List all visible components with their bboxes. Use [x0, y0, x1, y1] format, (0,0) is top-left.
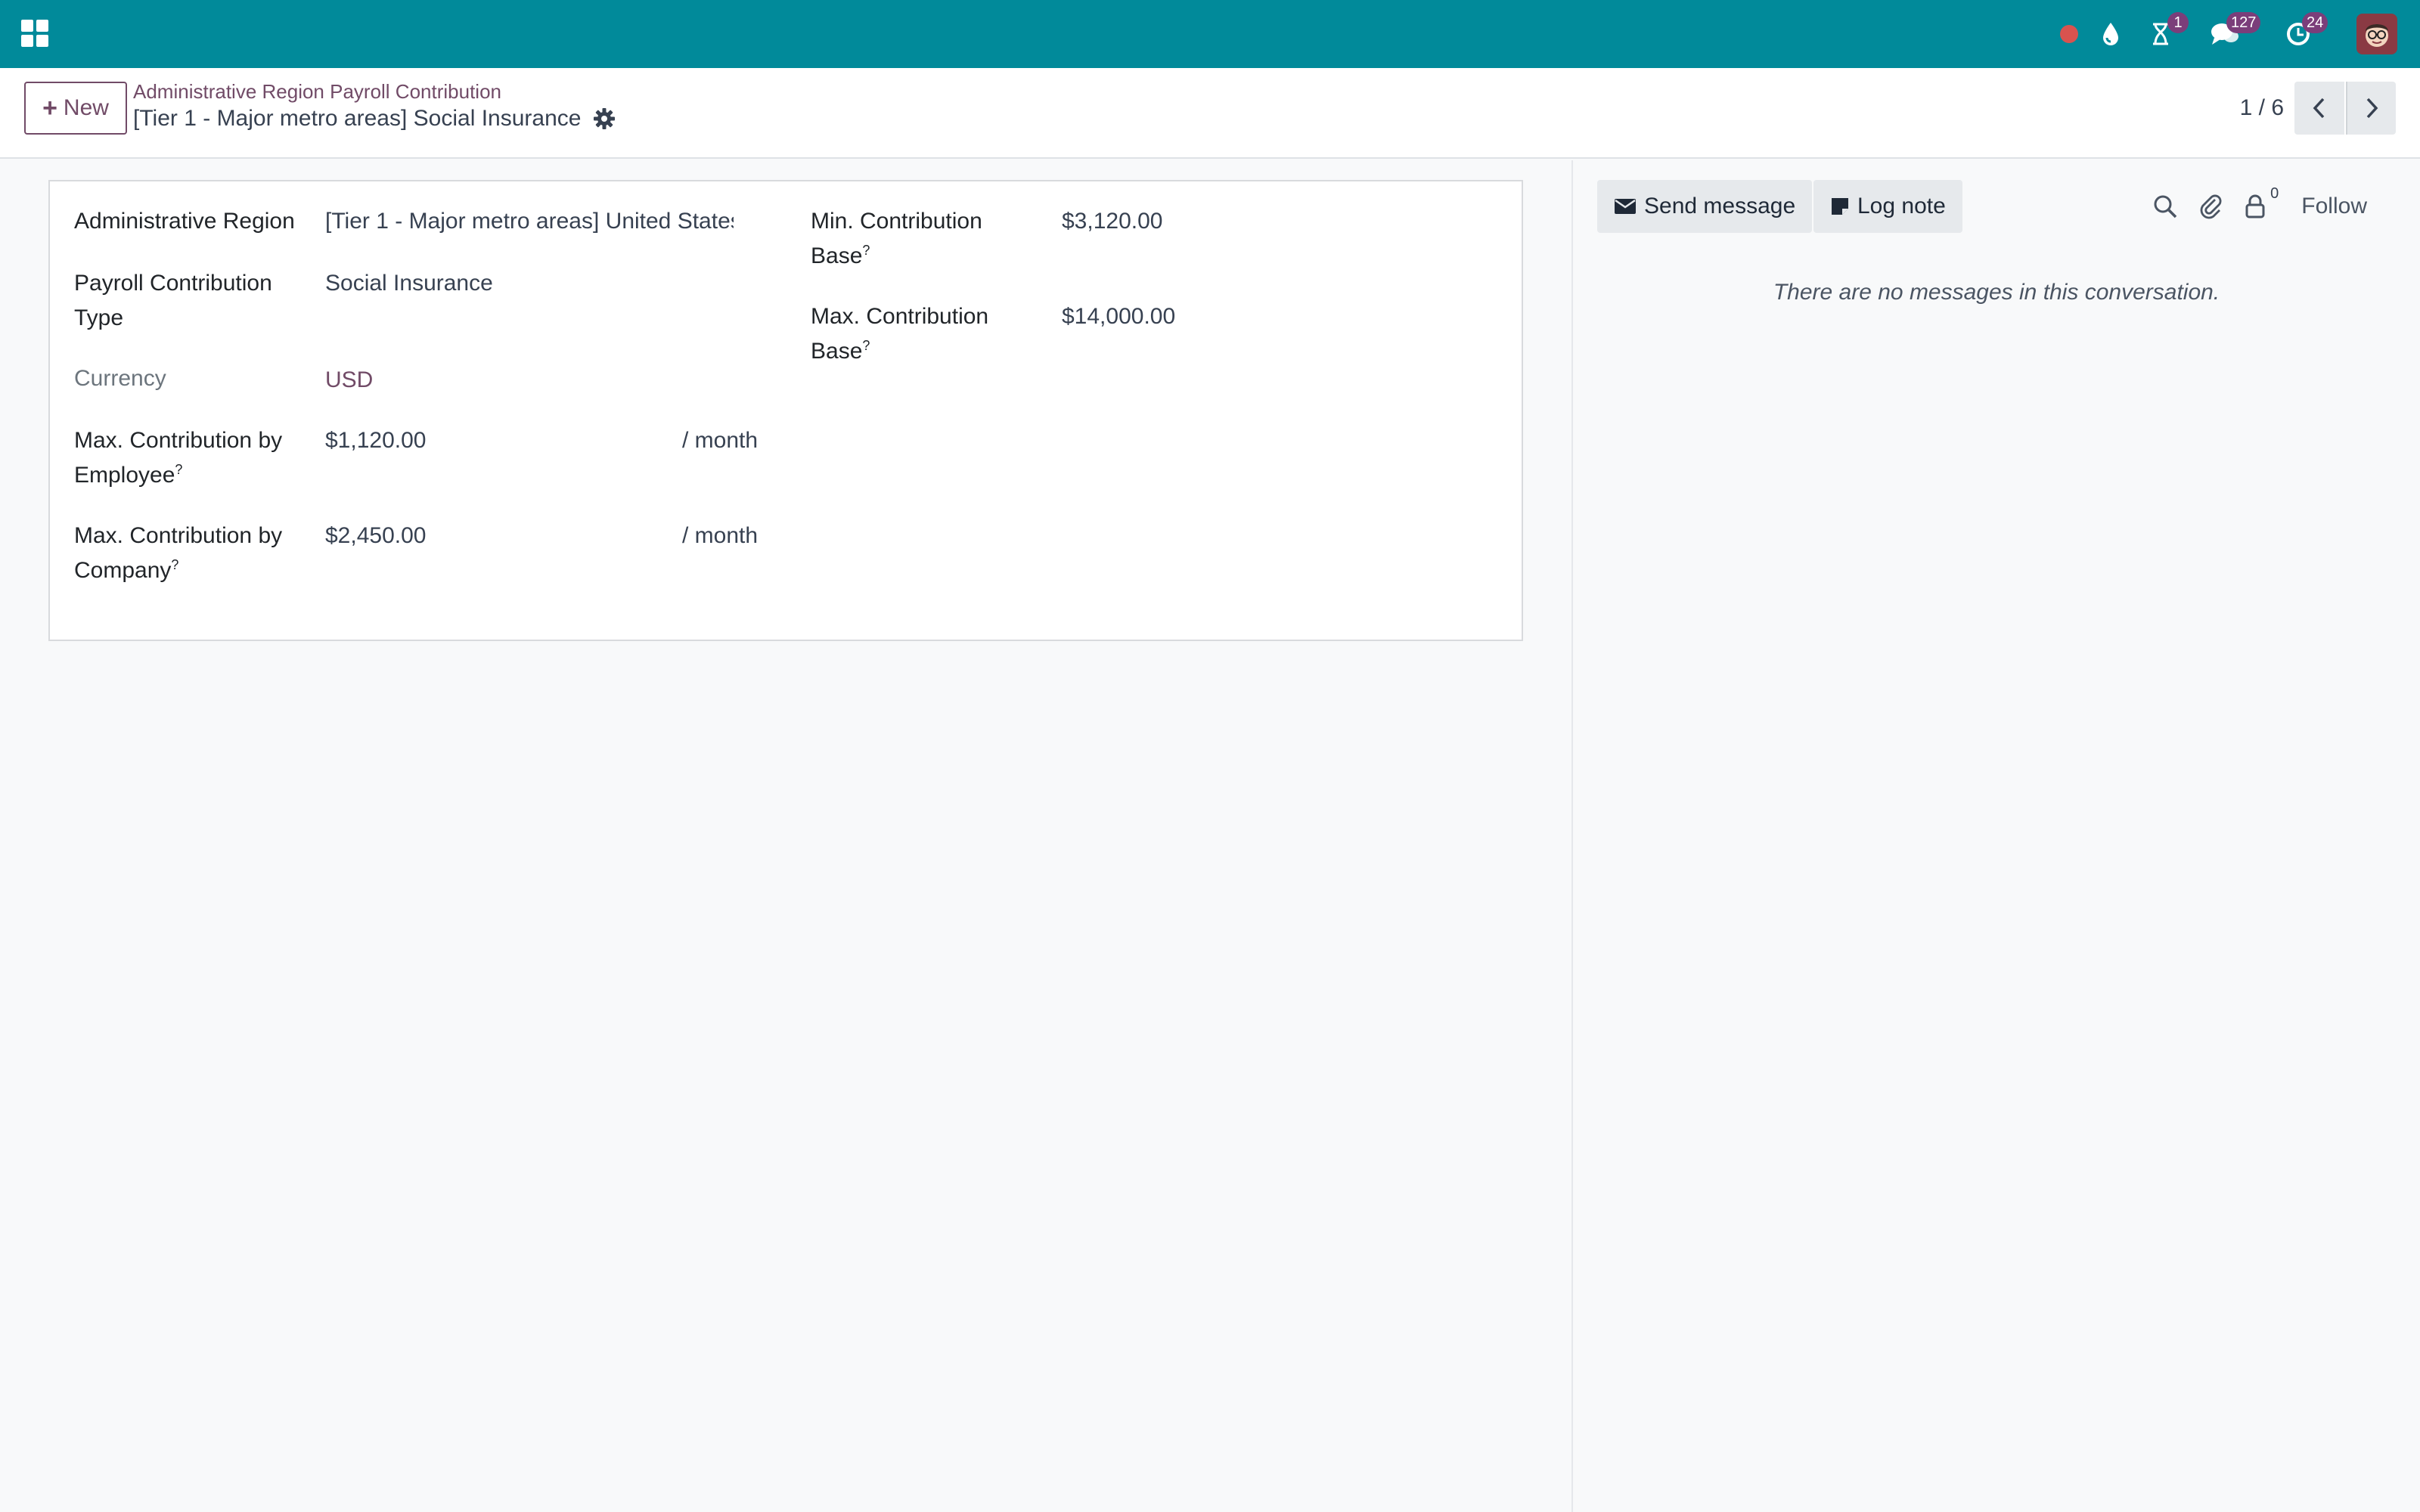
record-title-wrap: [Tier 1 - Major metro areas] Social Insu… — [133, 106, 616, 132]
search-messages-button[interactable] — [2153, 194, 2177, 218]
log-note-label: Log note — [1857, 194, 1946, 218]
plus-icon: + — [42, 93, 57, 122]
help-tooltip-icon[interactable]: ? — [862, 338, 870, 353]
apps-grid-icon[interactable] — [21, 20, 48, 47]
label-max-contribution-base: Max. Contribution Base? — [811, 304, 989, 364]
pager-previous-button[interactable] — [2294, 82, 2344, 135]
envelope-icon — [1615, 199, 1636, 214]
new-button[interactable]: + New — [24, 82, 127, 135]
attachments-button[interactable] — [2200, 194, 2223, 219]
pager-next-button[interactable] — [2346, 82, 2396, 135]
label-currency: Currency — [74, 366, 166, 391]
chat-menu[interactable]: 127 — [2210, 0, 2261, 68]
sticky-note-icon — [1832, 198, 1848, 215]
form-sheet: Administrative Region [Tier 1 - Major me… — [48, 180, 1523, 641]
log-note-button[interactable]: Log note — [1813, 180, 1962, 233]
user-menu[interactable] — [2356, 0, 2397, 68]
hourglass-menu[interactable]: 1 — [2151, 0, 2189, 68]
label-min-contribution-base: Min. Contribution Base? — [811, 209, 982, 268]
send-message-button[interactable]: Send message — [1597, 180, 1813, 233]
drop-icon — [2103, 23, 2118, 45]
send-message-label: Send message — [1644, 194, 1796, 218]
drop-menu[interactable] — [2101, 0, 2121, 68]
employee-period-suffix: / month — [682, 428, 759, 453]
chatter-tools: 0 Follow — [2130, 180, 2367, 233]
help-tooltip-icon[interactable]: ? — [171, 557, 178, 572]
field-currency[interactable]: USD — [325, 363, 734, 398]
follow-button[interactable]: Follow — [2301, 194, 2367, 219]
label-max-contribution-company: Max. Contribution by Company? — [74, 523, 283, 583]
pager-value[interactable]: 1 / 6 — [2240, 95, 2284, 121]
systray: 1 127 24 — [2037, 0, 2397, 68]
top-navbar: 1 127 24 — [0, 0, 2420, 68]
company-period-suffix: / month — [682, 523, 759, 548]
followers-count: 0 — [2270, 185, 2279, 202]
lock-user-icon — [2245, 194, 2265, 218]
avatar — [2356, 14, 2397, 54]
hourglass-badge: 1 — [2167, 12, 2189, 33]
label-payroll-contribution-type: Payroll Contribution Type — [74, 271, 272, 330]
help-tooltip-icon[interactable]: ? — [175, 462, 182, 477]
chat-badge: 127 — [2226, 12, 2261, 33]
field-max-contribution-base[interactable]: $14,000.00 — [1062, 299, 1485, 334]
label-administrative-region: Administrative Region — [74, 209, 295, 234]
search-icon — [2154, 195, 2177, 218]
field-min-contribution-base[interactable]: $3,120.00 — [1062, 204, 1485, 239]
chevron-left-icon — [2313, 98, 2325, 119]
field-max-contribution-company[interactable]: $2,450.00 — [325, 519, 658, 553]
empty-conversation-message: There are no messages in this conversati… — [1773, 280, 2220, 305]
field-max-contribution-employee[interactable]: $1,120.00 — [325, 423, 658, 458]
field-payroll-contribution-type[interactable]: Social Insurance — [325, 266, 734, 301]
help-tooltip-icon[interactable]: ? — [862, 243, 870, 258]
followers-button[interactable]: 0 — [2245, 185, 2279, 218]
recording-dot-icon — [2060, 25, 2078, 43]
page-title: [Tier 1 - Major metro areas] Social Insu… — [133, 106, 582, 131]
chevron-right-icon — [2366, 98, 2378, 119]
control-panel: + New Administrative Region Payroll Cont… — [0, 68, 2420, 159]
gear-icon[interactable] — [593, 107, 616, 130]
paperclip-icon — [2200, 194, 2222, 219]
label-max-contribution-employee: Max. Contribution by Employee? — [74, 428, 283, 488]
breadcrumb-parent[interactable]: Administrative Region Payroll Contributi… — [133, 80, 501, 104]
field-administrative-region[interactable]: [Tier 1 - Major metro areas] United Stat… — [325, 204, 734, 239]
chatter-divider — [1571, 160, 1573, 1512]
user-avatar-icon — [2366, 24, 2388, 47]
activity-menu[interactable]: 24 — [2285, 0, 2328, 68]
recording-indicator[interactable] — [2060, 0, 2078, 68]
new-button-label: New — [63, 95, 109, 120]
activity-badge: 24 — [2302, 12, 2328, 33]
